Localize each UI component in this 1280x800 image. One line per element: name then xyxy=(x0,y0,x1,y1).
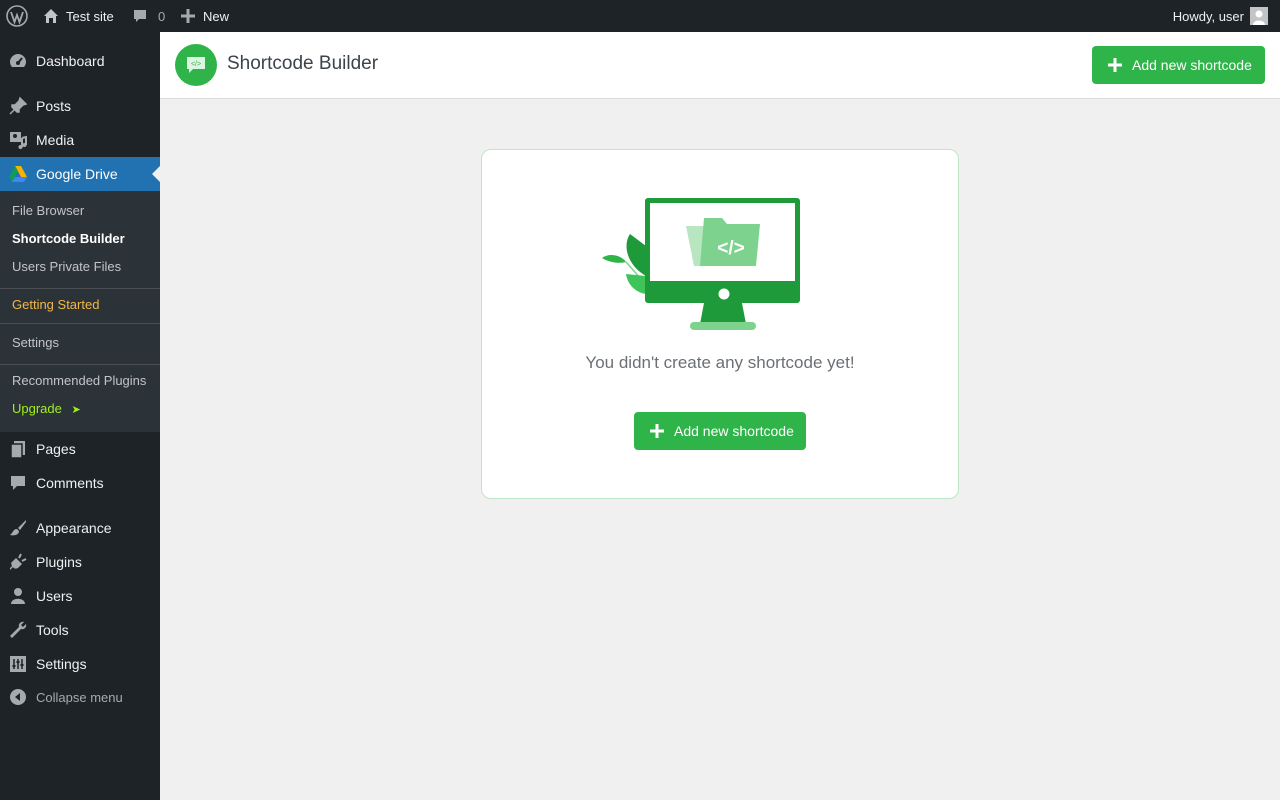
page-title: Shortcode Builder xyxy=(227,53,379,74)
sidebar-item-label: Settings xyxy=(36,656,87,672)
empty-state-message: You didn't create any shortcode yet! xyxy=(585,353,855,372)
sidebar-item-google-drive[interactable]: Google Drive xyxy=(0,157,160,191)
submenu-recommended-plugins[interactable]: Recommended Plugins xyxy=(12,371,146,391)
arrow-right-icon: ➤ xyxy=(71,404,81,416)
comments-count: 0 xyxy=(158,8,166,24)
sidebar-item-label: Posts xyxy=(36,98,72,114)
monitor-folder-illustration-icon: </> xyxy=(600,196,800,337)
svg-text:</>: </> xyxy=(191,61,201,68)
site-name-link[interactable]: Test site xyxy=(42,0,114,32)
sidebar-item-appearance[interactable]: Appearance xyxy=(0,511,160,545)
collapse-menu-label: Collapse menu xyxy=(36,689,123,705)
plus-icon xyxy=(1108,58,1122,72)
new-content-link[interactable]: New xyxy=(181,0,229,32)
comments-link[interactable]: 0 xyxy=(132,0,165,32)
howdy-text: Howdy, user xyxy=(1172,8,1244,24)
add-new-shortcode-label: Add new shortcode xyxy=(1132,57,1252,73)
plus-icon xyxy=(650,424,664,438)
sidebar-item-tools[interactable]: Tools xyxy=(0,613,160,647)
avatar xyxy=(1250,7,1268,25)
empty-state-card: </> You didn't create any shortcode yet!… xyxy=(481,149,959,499)
google-drive-icon xyxy=(0,157,36,191)
pages-icon xyxy=(0,432,36,466)
user-account-link[interactable]: Howdy, user xyxy=(1173,0,1268,32)
google-drive-submenu: File Browser Shortcode Builder Users Pri… xyxy=(0,191,160,432)
user-icon xyxy=(0,579,36,613)
submenu-divider xyxy=(0,364,160,365)
sidebar-item-label: Dashboard xyxy=(36,53,105,69)
submenu-users-private-files[interactable]: Users Private Files xyxy=(12,257,121,277)
shortcode-builder-logo-icon: </> xyxy=(175,44,217,86)
comment-icon xyxy=(132,8,148,24)
admin-bar: Test site 0 New Howdy, user xyxy=(0,0,1280,32)
sidebar-item-label: Plugins xyxy=(36,554,82,570)
settings-icon xyxy=(0,647,36,681)
media-icon xyxy=(0,123,36,157)
sidebar-item-label: Appearance xyxy=(36,520,112,536)
dashboard-icon xyxy=(0,44,36,78)
submenu-file-browser[interactable]: File Browser xyxy=(12,201,84,221)
paintbrush-icon xyxy=(0,511,36,545)
pushpin-icon xyxy=(0,89,36,123)
sidebar-item-pages[interactable]: Pages xyxy=(0,432,160,466)
collapse-arrow-icon xyxy=(0,680,36,714)
submenu-upgrade[interactable]: Upgrade ➤ xyxy=(12,399,81,419)
submenu-getting-started[interactable]: Getting Started xyxy=(12,295,99,315)
add-new-shortcode-label: Add new shortcode xyxy=(674,423,794,439)
submenu-shortcode-builder[interactable]: Shortcode Builder xyxy=(12,229,125,249)
collapse-menu-button[interactable]: Collapse menu xyxy=(0,680,160,714)
page-header: </> Shortcode Builder Add new shortcode xyxy=(160,32,1280,99)
submenu-divider xyxy=(0,323,160,324)
code-glyph-icon: </> xyxy=(717,238,744,259)
sidebar-item-label: Users xyxy=(36,588,73,604)
new-label: New xyxy=(203,8,230,24)
sidebar-item-settings[interactable]: Settings xyxy=(0,647,160,681)
comment-icon xyxy=(0,466,36,500)
add-new-shortcode-button[interactable]: Add new shortcode xyxy=(1092,46,1265,84)
sidebar-item-label: Media xyxy=(36,132,75,148)
sidebar-item-dashboard[interactable]: Dashboard xyxy=(0,44,160,78)
sidebar-item-label: Comments xyxy=(36,475,104,491)
sidebar-item-posts[interactable]: Posts xyxy=(0,89,160,123)
wordpress-logo-icon[interactable] xyxy=(6,0,28,32)
site-name-label: Test site xyxy=(66,8,114,24)
plus-icon xyxy=(181,9,195,23)
plugin-icon xyxy=(0,545,36,579)
sidebar-item-users[interactable]: Users xyxy=(0,579,160,613)
sidebar-item-label: Pages xyxy=(36,441,76,457)
add-new-shortcode-button-center[interactable]: Add new shortcode xyxy=(634,412,806,450)
sidebar-item-media[interactable]: Media xyxy=(0,123,160,157)
sidebar-item-plugins[interactable]: Plugins xyxy=(0,545,160,579)
submenu-settings[interactable]: Settings xyxy=(12,333,59,353)
submenu-divider xyxy=(0,288,160,289)
upgrade-label: Upgrade xyxy=(12,401,62,416)
sidebar-item-label: Google Drive xyxy=(36,166,118,182)
sidebar-item-label: Tools xyxy=(36,622,69,638)
home-icon xyxy=(42,7,60,25)
admin-sidebar: Dashboard Posts Media Google Drive File … xyxy=(0,32,160,800)
wrench-icon xyxy=(0,613,36,647)
sidebar-item-comments[interactable]: Comments xyxy=(0,466,160,500)
